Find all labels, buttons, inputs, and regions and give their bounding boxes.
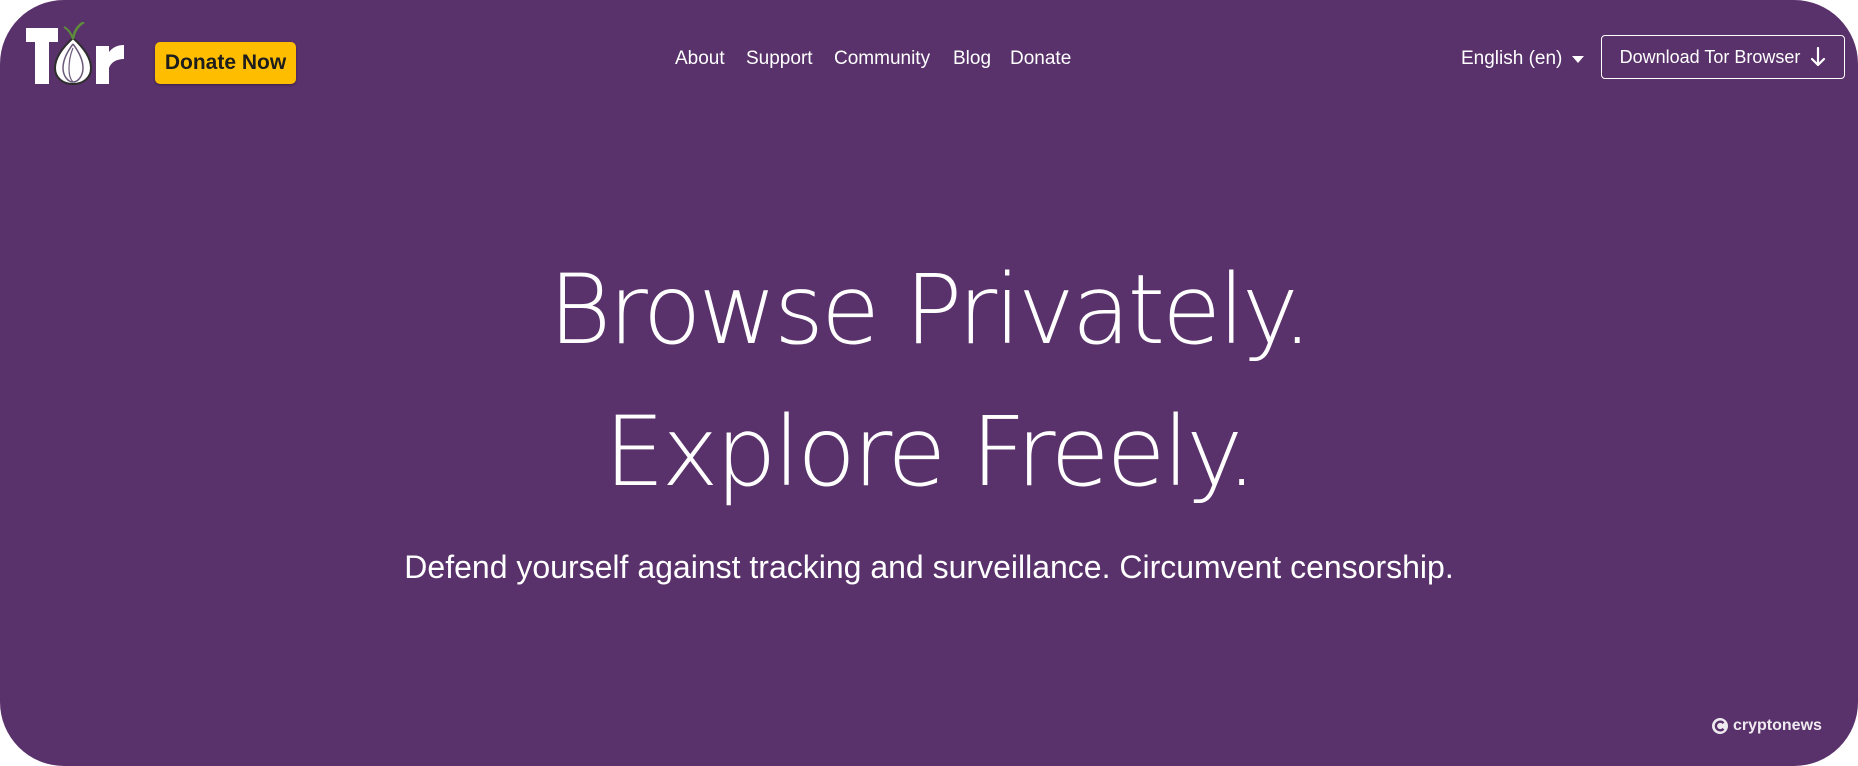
caret-down-icon (1572, 55, 1585, 63)
language-label: English (en) (1461, 48, 1563, 69)
nav-support[interactable]: Support (746, 46, 813, 72)
tor-homepage: Donate Now About Support Community Blog … (0, 0, 1858, 766)
download-tor-browser-button[interactable]: Download Tor Browser (1601, 35, 1845, 79)
arrow-down-icon (1811, 47, 1826, 67)
nav-about[interactable]: About (675, 46, 725, 72)
download-label: Download Tor Browser (1619, 46, 1801, 67)
nav-community[interactable]: Community (834, 46, 930, 72)
nav-donate[interactable]: Donate (1010, 46, 1071, 72)
hero-headline-line-1: Browse Privately. (548, 254, 1312, 366)
hero-subtitle: Defend yourself against tracking and sur… (404, 549, 1454, 585)
nav-blog[interactable]: Blog (953, 46, 991, 72)
cryptonews-logo-icon (1712, 718, 1728, 734)
cryptonews-watermark: cryptonews (1711, 714, 1822, 738)
watermark-text: cryptonews (1733, 717, 1822, 734)
language-selector[interactable]: English (en) (1461, 46, 1585, 72)
hero-headline-line-2: Explore Freely. (604, 396, 1257, 508)
